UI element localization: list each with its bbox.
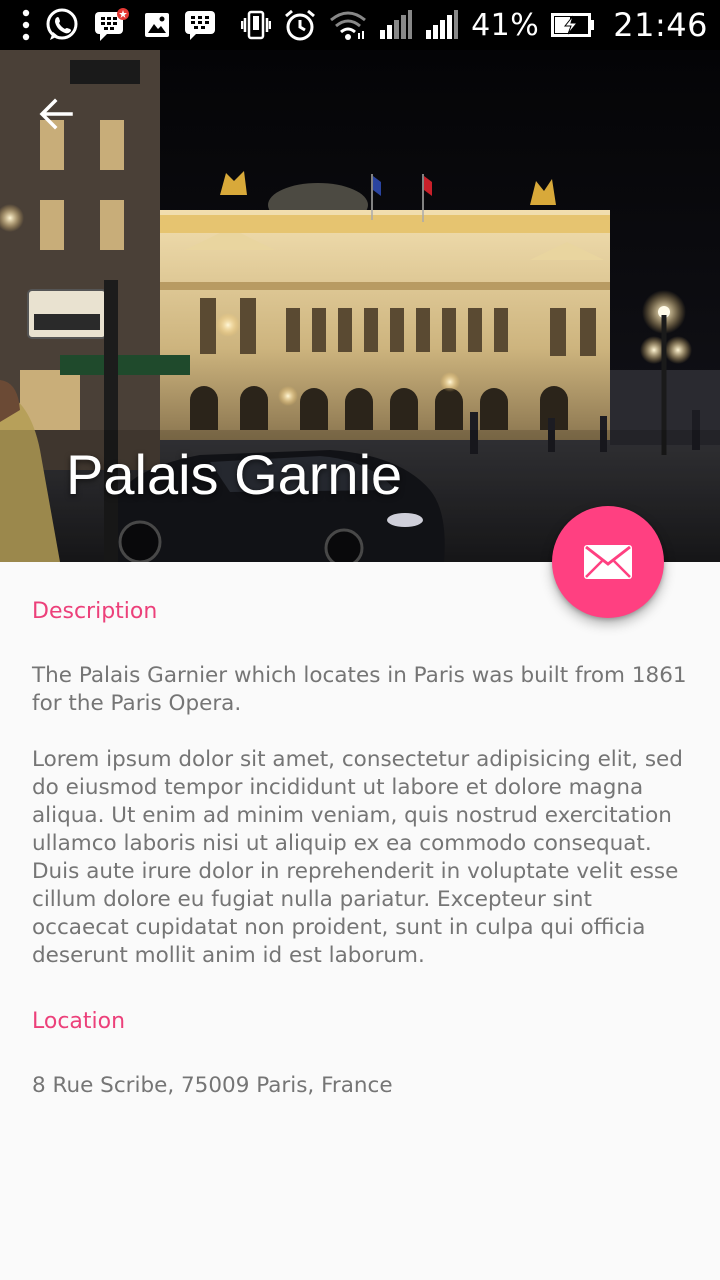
description-heading: Description — [32, 599, 158, 624]
description-intro: The Palais Garnier which locates in Pari… — [32, 663, 687, 716]
send-email-button[interactable] — [552, 506, 664, 618]
back-button[interactable] — [28, 86, 84, 142]
mail-icon — [584, 545, 632, 579]
arrow-back-icon — [39, 98, 73, 130]
whatsapp-icon — [44, 7, 80, 43]
wifi-icon — [329, 9, 367, 41]
menu-dots-icon — [22, 9, 30, 41]
bbm-notification-icon — [94, 8, 130, 42]
signal-sim2-icon — [425, 10, 459, 40]
battery-charging-icon — [551, 13, 595, 37]
bbm-icon — [184, 9, 216, 41]
alarm-icon — [283, 8, 317, 42]
signal-sim1-icon — [379, 10, 413, 40]
page-title: Palais Garnie — [66, 443, 403, 506]
vibrate-icon — [241, 9, 272, 41]
hero-image: Palais Garnie — [0, 50, 720, 562]
description-body: Lorem ipsum dolor sit amet, consectetur … — [32, 747, 683, 968]
status-bar: 41% 21:46 — [0, 0, 720, 50]
gallery-icon — [144, 12, 170, 38]
detail-screen: 41% 21:46 Palais Garnie Description The … — [0, 0, 720, 1280]
location-address: 8 Rue Scribe, 75009 Paris, France — [32, 1073, 393, 1098]
location-heading: Location — [32, 1009, 126, 1034]
battery-percent: 41% — [471, 7, 540, 43]
clock: 21:46 — [613, 6, 708, 44]
